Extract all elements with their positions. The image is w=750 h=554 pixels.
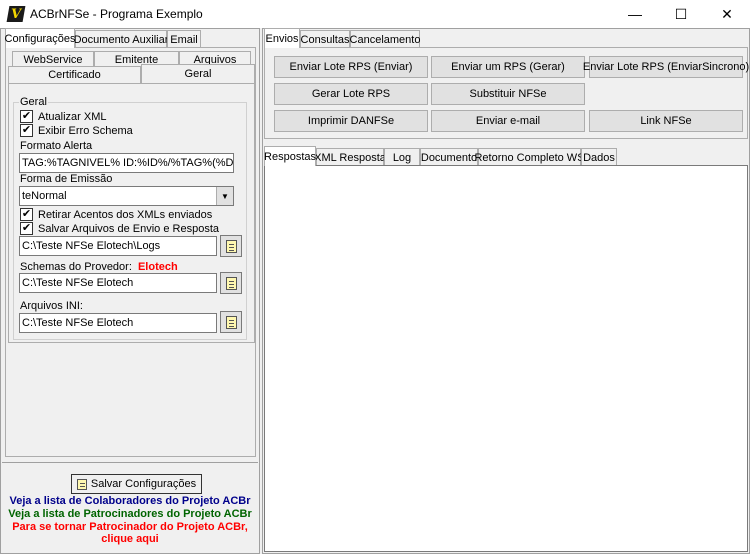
exibir-erro-schema-label: Exibir Erro Schema [38,124,133,137]
document-icon [225,239,237,253]
browse-ini-button[interactable] [220,311,242,333]
respostas-text-area[interactable] [264,165,748,552]
imprimir-danfse-button[interactable]: Imprimir DANFSe [274,110,428,132]
schemas-label-text: Schemas do Provedor: [20,261,132,273]
substituir-nfse-button[interactable]: Substituir NFSe [431,83,585,105]
tab-certificado[interactable]: Certificado [8,66,141,83]
title-bar: V ACBrNFSe - Programa Exemplo — ☐ ✕ [0,0,750,28]
arquivos-ini-field[interactable]: C:\Teste NFSe Elotech [19,313,217,333]
salvar-configuracoes-label: Salvar Configurações [90,478,197,490]
link-patrocinador-line2[interactable]: clique aqui [0,533,260,545]
document-icon [225,315,237,329]
retirar-acentos-checkbox[interactable]: ✔ Retirar Acentos dos XMLs enviados [20,208,212,221]
tab-documento-auxiliar[interactable]: Documento Auxiliar [74,30,168,48]
link-colaboradores[interactable]: Veja a lista de Colaboradores do Projeto… [0,495,260,507]
enviar-lote-sincrono-button[interactable]: Enviar Lote RPS (EnviarSincrono) [583,56,749,78]
geral-group-title: Geral [19,96,48,108]
link-nfse-button[interactable]: Link NFSe [589,110,743,132]
tab-xml-resposta[interactable]: XML Resposta [314,148,386,166]
checkbox-box: ✔ [20,208,33,221]
tab-respostas[interactable]: Respostas [264,146,316,166]
browse-logs-button[interactable] [220,235,242,257]
formato-alerta-label: Formato Alerta [20,140,93,152]
close-button[interactable]: ✕ [704,0,750,28]
tab-retorno-completo-ws[interactable]: Retorno Completo WS [474,148,585,166]
checkbox-box: ✔ [20,110,33,123]
footer-divider [2,462,258,463]
atualizar-xml-checkbox[interactable]: ✔ Atualizar XML [20,110,106,123]
checkbox-box: ✔ [20,222,33,235]
tab-consultas[interactable]: Consultas [300,30,350,48]
browse-schemas-button[interactable] [220,272,242,294]
document-icon [225,276,237,290]
schemas-provider: Elotech [137,261,178,273]
gerar-lote-rps-button[interactable]: Gerar Lote RPS [274,83,428,105]
tab-webservice[interactable]: WebService [12,51,94,67]
maximize-button[interactable]: ☐ [658,0,704,28]
salvar-arquivos-label: Salvar Arquivos de Envio e Resposta [38,222,219,235]
forma-emissao-label: Forma de Emissão [20,173,113,185]
arquivos-ini-label: Arquivos INI: [20,300,83,312]
link-patrocinador-line1[interactable]: Para se tornar Patrocinador do Projeto A… [0,521,260,533]
tab-geral[interactable]: Geral [141,64,255,83]
forma-emissao-select[interactable]: teNormal ▼ [19,186,234,206]
exibir-erro-schema-checkbox[interactable]: ✔ Exibir Erro Schema [20,124,133,137]
tab-log[interactable]: Log [384,148,420,166]
save-icon [76,478,87,490]
atualizar-xml-label: Atualizar XML [38,110,107,123]
enviar-um-rps-button[interactable]: Enviar um RPS (Gerar) [431,56,585,78]
enviar-email-button[interactable]: Enviar e-mail [431,110,585,132]
chevron-down-icon[interactable]: ▼ [216,187,233,205]
schemas-path-field[interactable]: C:\Teste NFSe Elotech [19,273,217,293]
tab-envios[interactable]: Envios [264,28,300,48]
window-title: ACBrNFSe - Programa Exemplo [30,7,203,21]
acbr-logo-icon: V [6,6,26,22]
forma-emissao-value: teNormal [22,190,67,202]
minimize-button[interactable]: — [612,0,658,28]
tab-configuracoes[interactable]: Configurações [5,28,75,48]
salvar-arquivos-checkbox[interactable]: ✔ Salvar Arquivos de Envio e Resposta [20,222,219,235]
link-patrocinadores[interactable]: Veja a lista de Patrocinadores do Projet… [0,508,260,520]
enviar-lote-rps-button[interactable]: Enviar Lote RPS (Enviar) [274,56,428,78]
tab-dados[interactable]: Dados [581,148,617,166]
tab-cancelamento[interactable]: Cancelamento [350,30,420,48]
logs-path-field[interactable]: C:\Teste NFSe Elotech\Logs [19,236,217,256]
tab-documento[interactable]: Documento [420,148,478,166]
schemas-label: Schemas do Provedor: Elotech [20,261,178,273]
retirar-acentos-label: Retirar Acentos dos XMLs enviados [38,208,213,221]
salvar-configuracoes-button[interactable]: Salvar Configurações [71,474,202,494]
tab-email[interactable]: Email [167,30,201,48]
formato-alerta-field[interactable]: TAG:%TAGNIVEL% ID:%ID%/%TAG%(%DESCRI [19,153,234,173]
checkbox-box: ✔ [20,124,33,137]
